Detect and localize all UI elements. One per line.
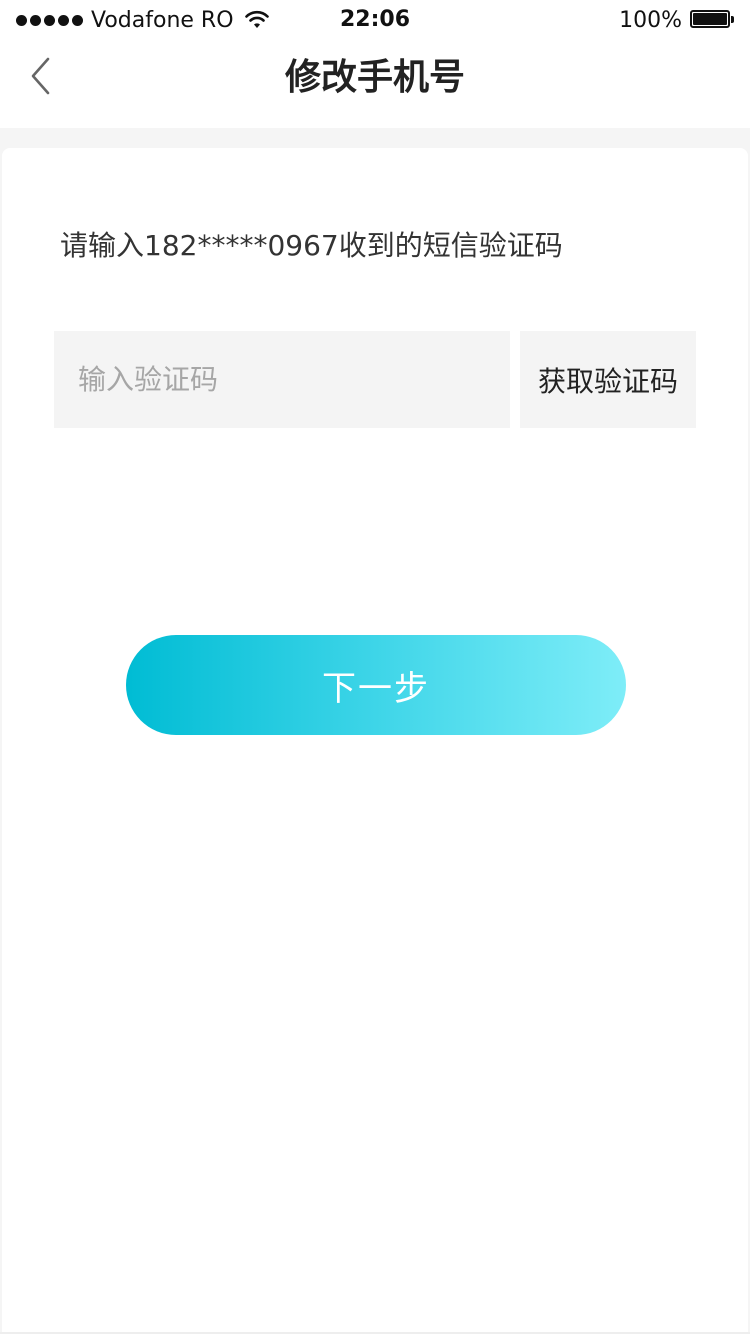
nav-bar: 修改手机号 [0,40,750,128]
sms-hint-text: 请输入182*****0967收到的短信验证码 [60,229,563,262]
get-code-button[interactable]: 获取验证码 [520,331,696,428]
status-right: 100% [619,6,736,34]
battery-icon [690,10,736,30]
form-card: 请输入182*****0967收到的短信验证码 获取验证码 下一步 [2,148,748,1334]
next-button[interactable]: 下一步 [126,635,626,735]
page-title: 修改手机号 [284,57,465,98]
status-bar: Vodafone RO 22:06 100% [0,0,750,40]
verification-code-input[interactable] [54,331,510,428]
battery-percent: 100% [619,7,682,33]
